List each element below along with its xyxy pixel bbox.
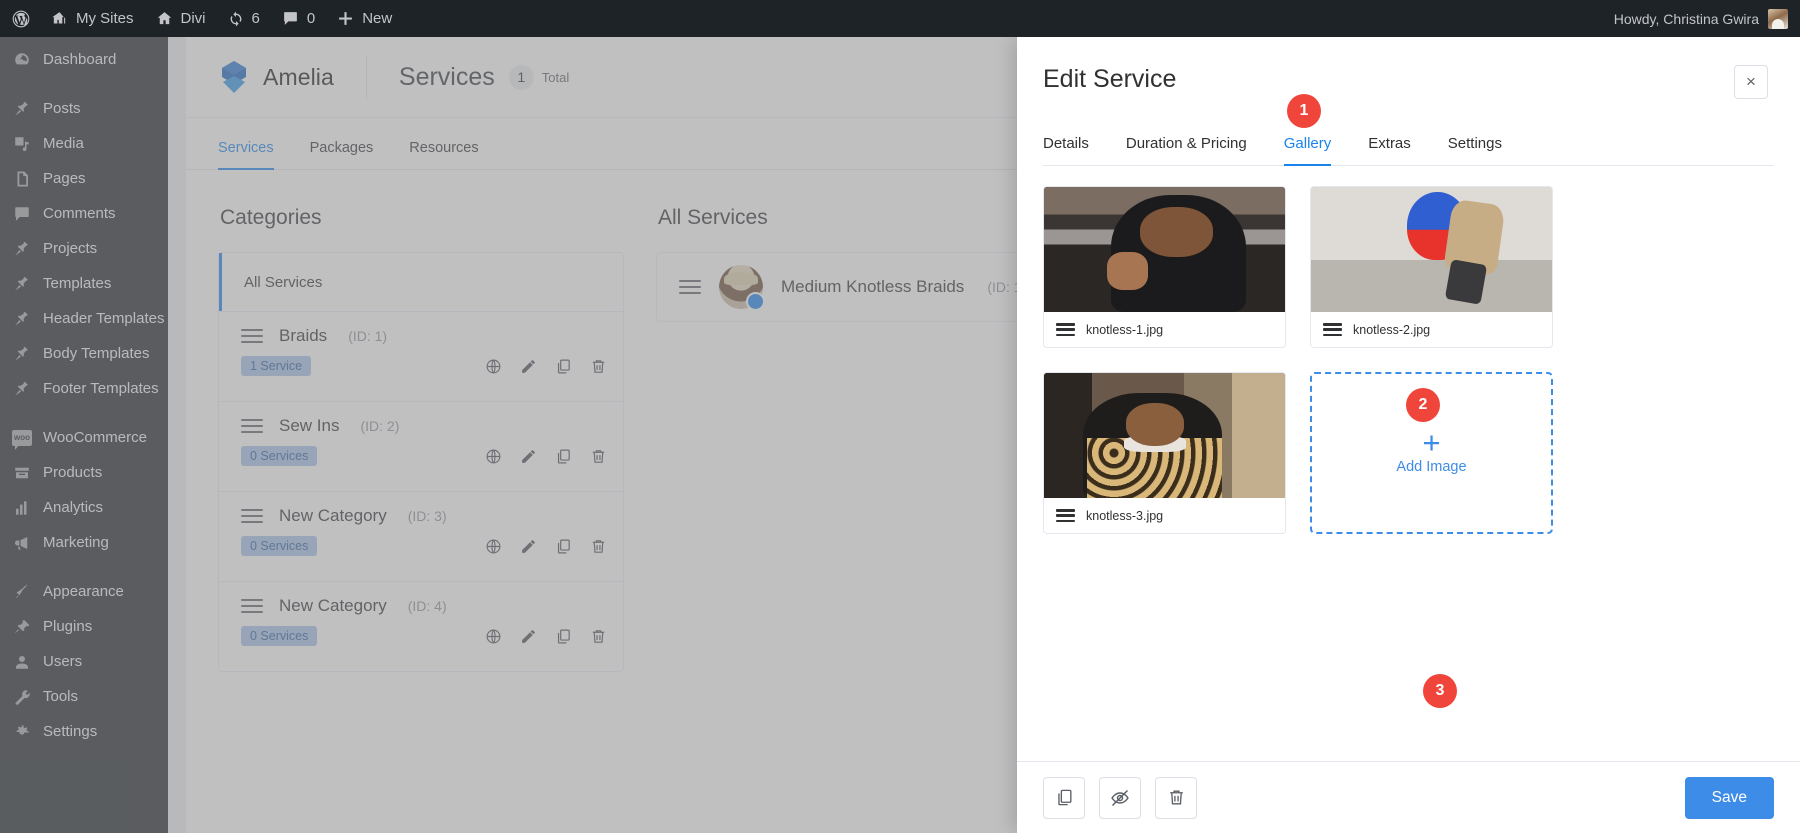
wp-admin-bar: My Sites Divi 6 0 New Howdy, Christina G… [0,0,1800,37]
gallery-content: knotless-1.jpg knotless-2.jpg knotless-3… [1017,166,1800,761]
step-badge-3: 3 [1423,674,1457,708]
edit-service-drawer: Edit Service × Details Duration & Pricin… [1017,37,1800,833]
updates-icon [228,11,244,27]
wordpress-logo-button[interactable] [0,0,40,37]
adminbar-updates-count: 6 [251,10,260,27]
duplicate-icon[interactable] [1043,776,1085,819]
tab-duration-pricing[interactable]: Duration & Pricing [1126,135,1247,166]
plus-icon: + [1422,425,1441,461]
adminbar-label: Divi [180,10,206,27]
adminbar-item-site-divi[interactable]: Divi [145,0,217,37]
adminbar-account[interactable]: Howdy, Christina Gwira [1613,8,1800,29]
close-icon[interactable]: × [1734,65,1768,99]
drag-handle-icon[interactable] [1323,323,1342,336]
adminbar-label: New [362,10,393,27]
gallery-item[interactable]: knotless-1.jpg [1043,186,1286,348]
gallery-filename: knotless-3.jpg [1086,508,1164,523]
drawer-header: Edit Service × [1017,37,1800,99]
gallery-thumbnail[interactable] [1044,373,1285,498]
howdy-label: Howdy, Christina Gwira [1613,10,1759,27]
wordpress-icon [11,9,31,29]
adminbar-comments-count: 0 [306,10,316,27]
eye-off-icon[interactable] [1099,776,1141,819]
adminbar-label: My Sites [76,10,134,27]
gallery-thumbnail[interactable] [1311,187,1552,312]
adminbar-item-comments[interactable]: 0 [271,0,326,37]
gallery-filename: knotless-2.jpg [1353,322,1431,337]
tab-settings[interactable]: Settings [1448,135,1502,166]
gallery-grid: knotless-1.jpg knotless-2.jpg knotless-3… [1043,186,1553,534]
gallery-thumbnail[interactable] [1044,187,1285,312]
sites-icon [51,10,68,27]
drawer-title: Edit Service [1043,65,1177,93]
drawer-tabs: Details Duration & Pricing Gallery Extra… [1043,122,1774,166]
drag-handle-icon[interactable] [1056,323,1075,336]
tab-gallery[interactable]: Gallery [1283,135,1332,166]
gallery-caption: knotless-3.jpg [1044,498,1285,533]
adminbar-item-updates[interactable]: 6 [217,0,271,37]
step-badge-1: 1 [1287,94,1321,128]
gallery-caption: knotless-1.jpg [1044,312,1285,347]
tab-details[interactable]: Details [1043,135,1089,166]
step-badge-2: 2 [1406,388,1440,422]
adminbar-item-my-sites[interactable]: My Sites [40,0,145,37]
avatar [1768,8,1788,29]
gallery-item[interactable]: knotless-3.jpg [1043,372,1286,534]
gallery-caption: knotless-2.jpg [1311,312,1552,347]
drag-handle-icon[interactable] [1056,509,1075,522]
save-button[interactable]: Save [1684,776,1774,819]
gallery-filename: knotless-1.jpg [1086,322,1164,337]
tab-extras[interactable]: Extras [1368,135,1411,166]
home-icon [156,10,173,27]
trash-icon[interactable] [1155,776,1197,819]
plus-icon [337,10,354,27]
gallery-item[interactable]: knotless-2.jpg [1310,186,1553,348]
add-image-label: Add Image [1396,458,1467,475]
adminbar-item-new[interactable]: New [326,0,403,37]
drawer-footer: Save [1017,761,1800,833]
comments-icon [282,10,299,27]
